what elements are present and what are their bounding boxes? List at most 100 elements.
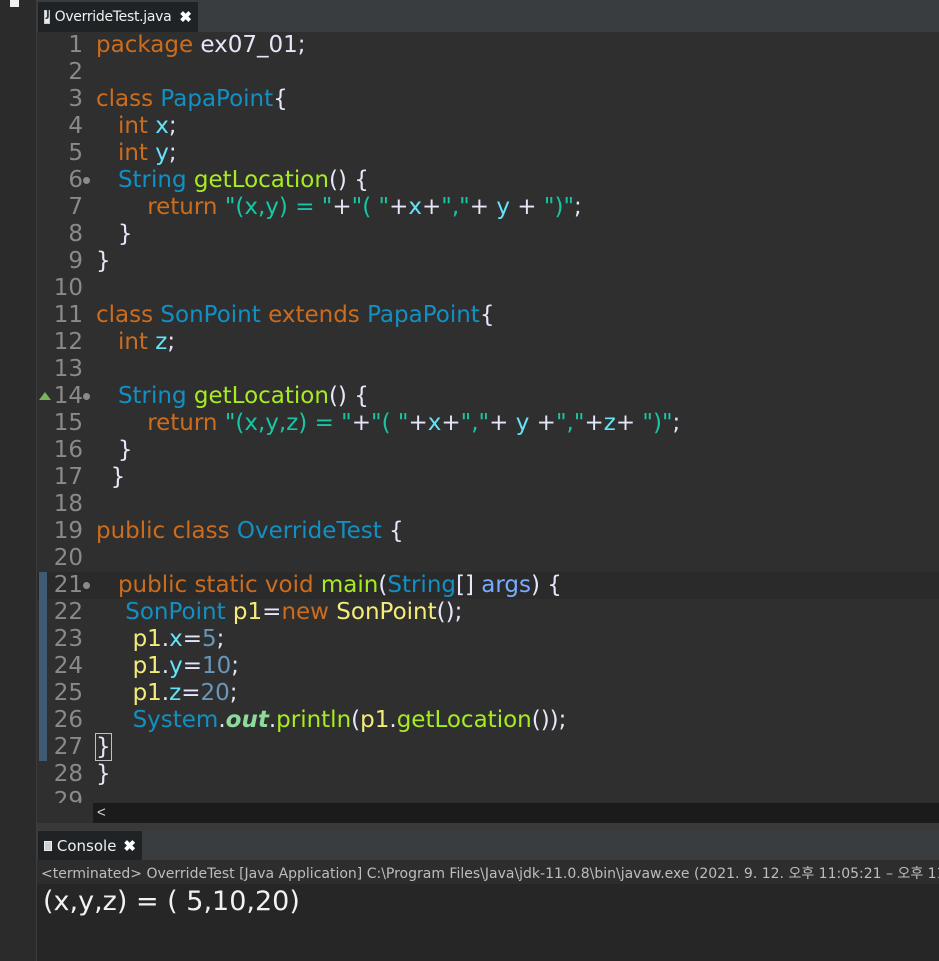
java-file-icon xyxy=(44,9,50,24)
line-number: 29 xyxy=(53,788,83,803)
line-number: 26 xyxy=(53,707,83,733)
view-divider[interactable] xyxy=(37,823,939,830)
code-line[interactable]: 26 System.out.println(p1.getLocation()); xyxy=(37,707,939,734)
line-number: 21 xyxy=(53,572,83,598)
code-line[interactable]: 21 public static void main(String[] args… xyxy=(37,572,939,599)
code-text: } xyxy=(96,464,126,490)
line-number: 11 xyxy=(53,302,83,328)
code-line[interactable]: 29 xyxy=(37,788,939,803)
fold-toggle-icon[interactable] xyxy=(83,177,90,184)
line-number: 3 xyxy=(68,86,83,112)
fold-toggle-icon[interactable] xyxy=(83,393,90,400)
line-number: 25 xyxy=(53,680,83,706)
code-line[interactable]: 6 String getLocation() { xyxy=(37,167,939,194)
tab-console[interactable]: Console ✖ xyxy=(38,831,142,860)
code-text: class PapaPoint{ xyxy=(96,86,288,112)
code-line[interactable]: 5 int y; xyxy=(37,140,939,167)
code-text: String getLocation() { xyxy=(117,383,369,409)
code-text: System.out.println(p1.getLocation()); xyxy=(132,707,567,733)
code-line[interactable]: 20 xyxy=(37,545,939,572)
line-number: 18 xyxy=(53,491,83,517)
code-text: String getLocation() { xyxy=(117,167,369,193)
horizontal-scrollbar[interactable]: < xyxy=(93,803,939,823)
close-icon[interactable]: ✖ xyxy=(179,8,192,26)
console-tab-bar: Console ✖ xyxy=(37,830,939,860)
line-number: 10 xyxy=(53,275,83,301)
code-text: int y; xyxy=(117,140,177,166)
code-line[interactable]: 23 p1.x=5; xyxy=(37,626,939,653)
code-line[interactable]: 15 return "(x,y,z) = "+"( "+x+","+ y +",… xyxy=(37,410,939,437)
code-line[interactable]: 17 } xyxy=(37,464,939,491)
code-text: } xyxy=(96,248,111,274)
code-text: p1.z=20; xyxy=(132,680,238,706)
code-line[interactable]: 24 p1.y=10; xyxy=(37,653,939,680)
code-text: public static void main(String[] args) { xyxy=(117,572,562,598)
code-text: SonPoint p1=new SonPoint(); xyxy=(125,599,463,625)
line-number: 20 xyxy=(53,545,83,571)
code-line[interactable]: 7 return "(x,y) = "+"( "+x+","+ y + ")"; xyxy=(37,194,939,221)
fold-toggle-icon[interactable] xyxy=(83,582,90,589)
code-editor[interactable]: 1 package ex07_01; 2 3 class PapaPoint{4 int… xyxy=(37,32,939,803)
code-line[interactable]: 9} xyxy=(37,248,939,275)
line-number: 1 xyxy=(68,32,83,58)
line-number: 24 xyxy=(53,653,83,679)
code-line[interactable]: 11 class SonPoint extends PapaPoint{ xyxy=(37,302,939,329)
program-output: (x,y,z) = ( 5,10,20) xyxy=(43,886,300,917)
code-line[interactable]: 3 class PapaPoint{ xyxy=(37,86,939,113)
line-number: 14 xyxy=(53,383,83,409)
terminated-status: <terminated> OverrideTest [Java Applicat… xyxy=(41,866,939,882)
line-number: 22 xyxy=(53,599,83,625)
line-number: 4 xyxy=(68,113,83,139)
line-number: 5 xyxy=(68,140,83,166)
minimized-view-icon[interactable] xyxy=(10,0,19,7)
editor-tab-bar: OverrideTest.java ✖ xyxy=(37,0,939,33)
code-line[interactable]: 16 } xyxy=(37,437,939,464)
console-icon xyxy=(44,840,52,851)
code-text: p1.y=10; xyxy=(132,653,240,679)
code-text: return "(x,y,z) = "+"( "+x+","+ y +","+z… xyxy=(147,410,681,436)
line-number: 13 xyxy=(53,356,83,382)
code-line[interactable]: 18 xyxy=(37,491,939,518)
code-line[interactable]: 10 xyxy=(37,275,939,302)
code-line[interactable]: 22 SonPoint p1=new SonPoint(); xyxy=(37,599,939,626)
scroll-left-arrow-icon[interactable]: < xyxy=(97,803,106,823)
scroll-corner xyxy=(37,803,93,823)
code-text: p1.x=5; xyxy=(132,626,225,652)
tab-override-test[interactable]: OverrideTest.java ✖ xyxy=(38,2,198,32)
code-line[interactable]: 4 int x; xyxy=(37,113,939,140)
code-line[interactable]: 25 p1.z=20; xyxy=(37,680,939,707)
code-line[interactable]: 8 } xyxy=(37,221,939,248)
line-number: 7 xyxy=(68,194,83,220)
code-text: int x; xyxy=(117,113,177,139)
line-number: 6 xyxy=(68,167,83,193)
line-number: 16 xyxy=(53,437,83,463)
close-icon[interactable]: ✖ xyxy=(123,837,136,855)
line-number: 9 xyxy=(68,248,83,274)
code-text: public class OverrideTest { xyxy=(96,518,404,544)
tab-label: OverrideTest.java xyxy=(54,9,172,25)
console-tab-label: Console xyxy=(56,836,117,855)
code-line[interactable]: 1 package ex07_01; xyxy=(37,32,939,59)
code-text: } xyxy=(96,221,133,247)
code-text: } xyxy=(95,733,112,761)
line-number: 19 xyxy=(53,518,83,544)
code-text: return "(x,y) = "+"( "+x+","+ y + ")"; xyxy=(147,194,582,220)
code-line[interactable]: 14 String getLocation() { xyxy=(37,383,939,410)
console-output-area[interactable]: <terminated> OverrideTest [Java Applicat… xyxy=(37,860,939,961)
code-line[interactable]: 2 xyxy=(37,59,939,86)
line-number: 12 xyxy=(53,329,83,355)
code-text: class SonPoint extends PapaPoint{ xyxy=(96,302,495,328)
code-line[interactable]: 12 int z; xyxy=(37,329,939,356)
line-number: 28 xyxy=(53,761,83,787)
code-line[interactable]: 28} xyxy=(37,761,939,788)
code-line[interactable]: 19 public class OverrideTest { xyxy=(37,518,939,545)
code-line[interactable]: 27} xyxy=(37,733,939,761)
code-text: int z; xyxy=(117,329,176,355)
line-number: 17 xyxy=(53,464,83,490)
code-line[interactable]: 13 xyxy=(37,356,939,383)
line-number: 2 xyxy=(68,59,83,85)
line-number: 23 xyxy=(53,626,83,652)
line-number: 27 xyxy=(53,734,83,760)
code-text: package ex07_01; xyxy=(96,32,306,58)
code-text: } xyxy=(96,437,133,463)
